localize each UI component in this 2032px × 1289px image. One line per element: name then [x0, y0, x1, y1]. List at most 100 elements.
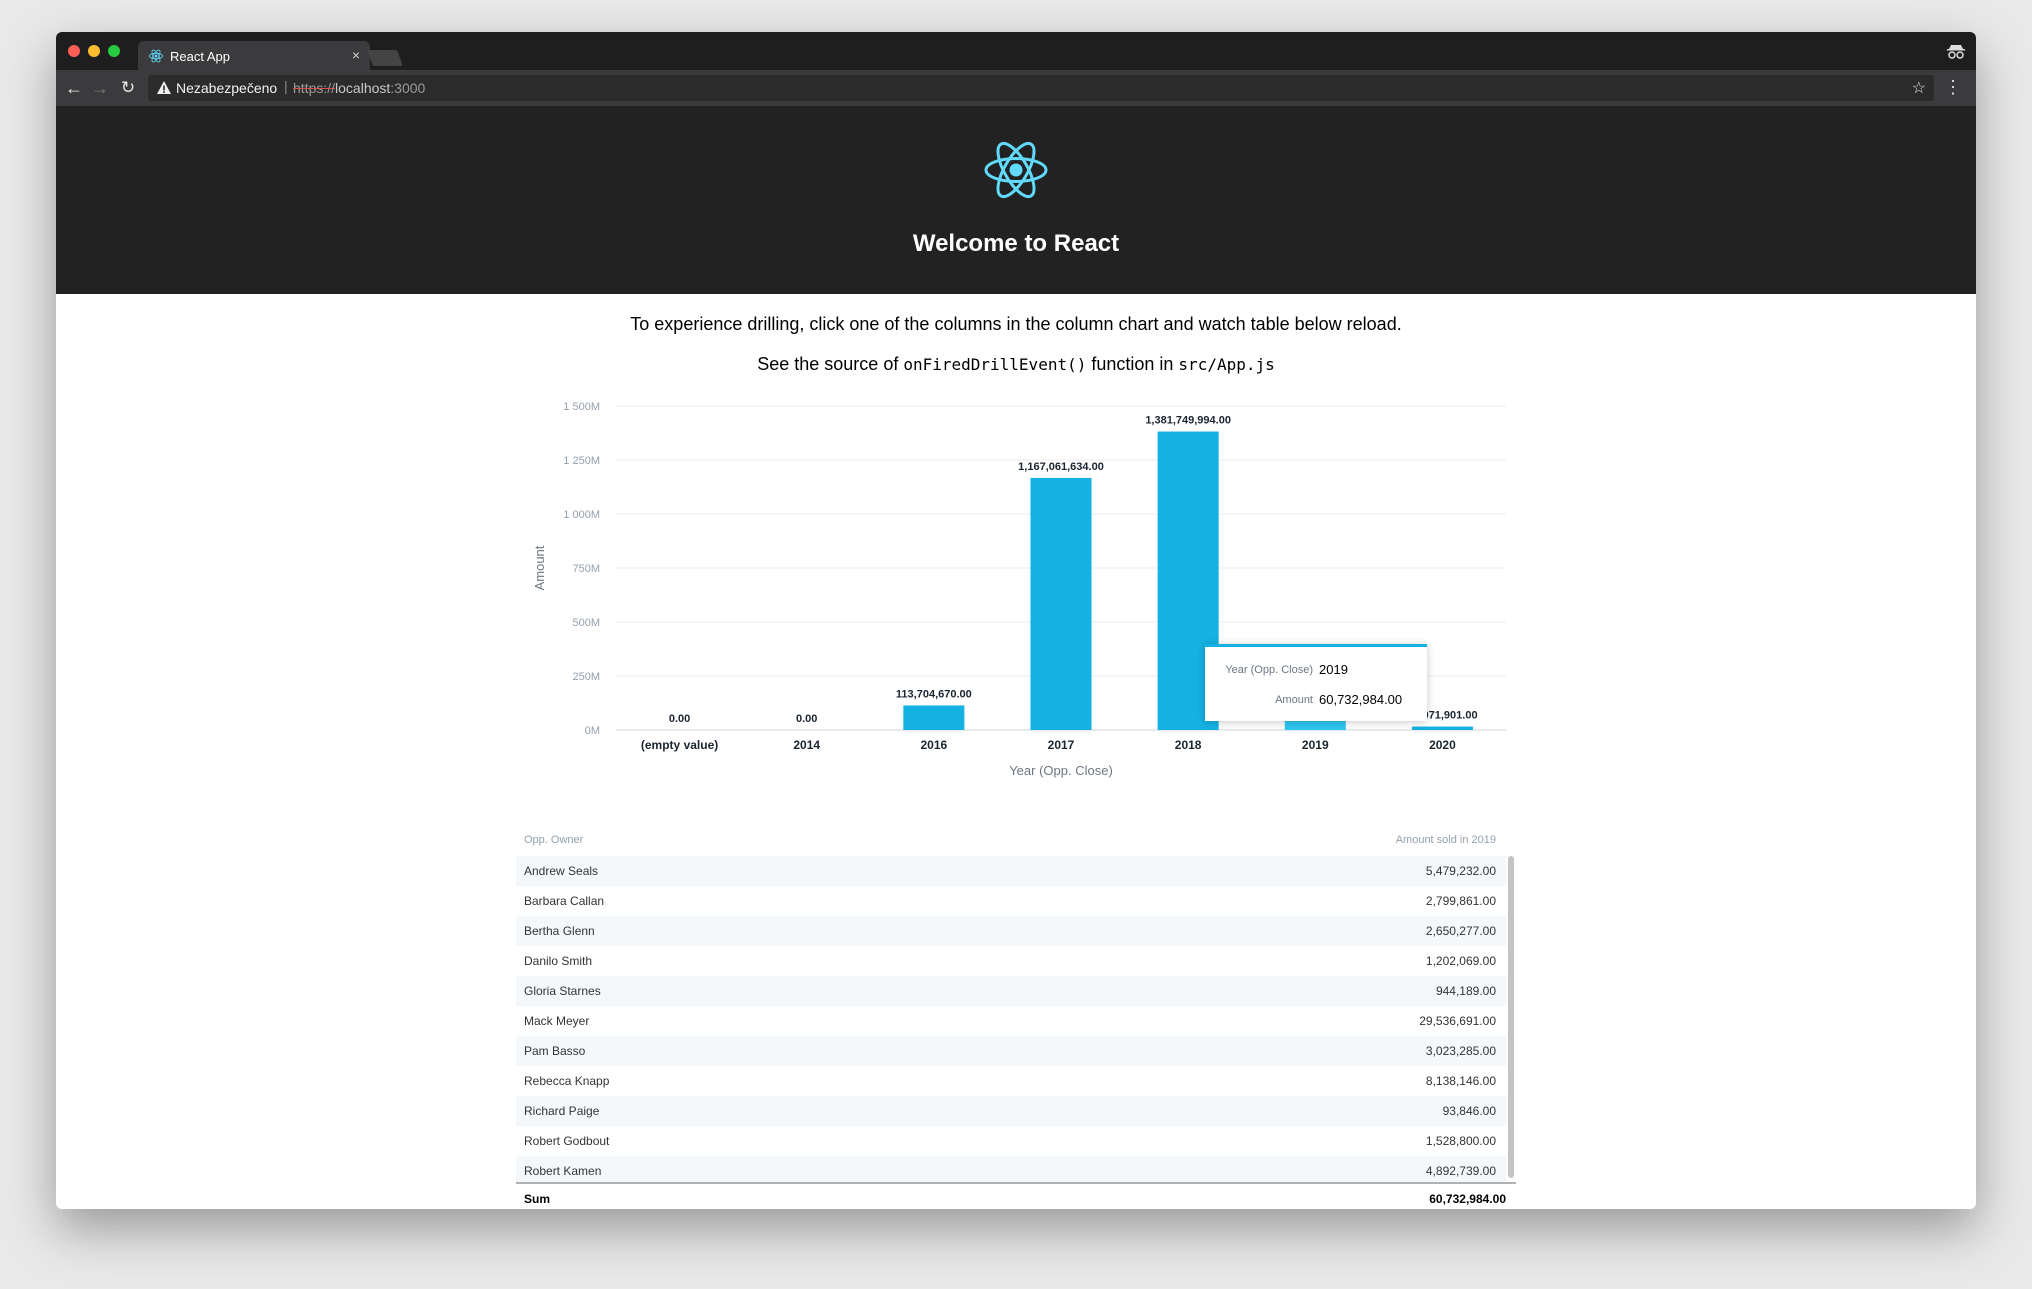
- x-tick-label: 2017: [1048, 738, 1075, 752]
- data-table: Opp. Owner Amount sold in 2019 Andrew Se…: [516, 826, 1516, 1206]
- table-row[interactable]: Barbara Callan 2,799,861.00: [516, 886, 1506, 916]
- tooltip-value-amount: 60,732,984.00: [1319, 692, 1403, 707]
- cell-owner: Gloria Starnes: [524, 984, 601, 998]
- cell-amount: 1,202,069.00: [1425, 954, 1496, 968]
- table-scrollbar[interactable]: [1508, 856, 1514, 1178]
- cell-owner: Barbara Callan: [524, 894, 605, 908]
- cell-amount: 944,189.00: [1435, 984, 1496, 998]
- column-chart[interactable]: 0M 250M 500M 750M 1 000M 1 250M 1 500M Amount 0.…: [56, 106, 1976, 826]
- tooltip-row-year: Year (Opp. Close) 2019: [1205, 661, 1427, 681]
- table-row[interactable]: Richard Paige 93,846.00: [516, 1096, 1506, 1126]
- data-label: 0.00: [796, 713, 817, 725]
- data-label: 1,381,749,994.00: [1145, 415, 1231, 427]
- y-axis-label: Amount: [532, 545, 547, 590]
- warning-icon[interactable]: [156, 80, 172, 96]
- back-icon[interactable]: ←: [64, 78, 84, 98]
- security-label[interactable]: Nezabezpečeno: [176, 80, 277, 96]
- data-label: 1,167,061,634.00: [1018, 461, 1104, 473]
- x-tick-label: 2016: [921, 738, 948, 752]
- y-tick-label: 500M: [572, 617, 600, 629]
- cell-owner: Robert Kamen: [524, 1164, 602, 1178]
- data-label: 0.00: [669, 713, 690, 725]
- table-row[interactable]: Bertha Glenn 2,650,277.00: [516, 916, 1506, 946]
- browser-menu-icon[interactable]: ⋮: [1944, 78, 1962, 96]
- column-header-owner[interactable]: Opp. Owner: [524, 834, 583, 846]
- y-tick-label: 250M: [572, 671, 600, 683]
- cell-owner: Andrew Seals: [524, 864, 599, 878]
- y-tick-label: 1 250M: [563, 455, 600, 467]
- url-host: localhost: [335, 80, 391, 96]
- table-footer: Sum 60,732,984.00: [516, 1182, 1516, 1209]
- table-row[interactable]: Rebecca Knapp 8,138,146.00: [516, 1066, 1506, 1096]
- cell-owner: Danilo Smith: [524, 954, 593, 968]
- y-tick-label: 1 500M: [563, 401, 600, 413]
- url-text[interactable]: https://localhost:3000: [293, 80, 425, 96]
- tooltip-row-amount: Amount 60,732,984.00: [1205, 691, 1427, 711]
- x-axis-label: Year (Opp. Close): [1009, 763, 1113, 778]
- new-tab-button[interactable]: [367, 50, 403, 66]
- table-row[interactable]: Gloria Starnes 944,189.00: [516, 976, 1506, 1006]
- maximize-window-button[interactable]: [108, 45, 120, 57]
- cell-owner: Richard Paige: [524, 1104, 600, 1118]
- browser-window: React App × ← → ↻ Nezabezpečeno | https:…: [56, 32, 1976, 1209]
- table-row[interactable]: Robert Kamen 4,892,739.00: [516, 1156, 1506, 1182]
- table-header: Opp. Owner Amount sold in 2019: [516, 826, 1506, 856]
- bookmark-star-icon[interactable]: ☆: [1912, 78, 1926, 98]
- table-row[interactable]: Robert Godbout 1,528,800.00: [516, 1126, 1506, 1156]
- bar-2016[interactable]: [903, 705, 965, 730]
- tooltip-value-year: 2019: [1319, 662, 1348, 677]
- react-favicon-icon: [148, 49, 164, 63]
- close-window-button[interactable]: [68, 45, 80, 57]
- bar-2020[interactable]: [1411, 726, 1473, 730]
- url-port: :3000: [390, 80, 426, 96]
- cell-amount: 4,892,739.00: [1425, 1164, 1496, 1178]
- address-bar[interactable]: Nezabezpečeno | https://localhost:3000 ☆: [148, 75, 1934, 101]
- y-tick-label: 750M: [572, 563, 600, 575]
- cell-owner: Mack Meyer: [524, 1014, 590, 1028]
- column-header-amount[interactable]: Amount sold in 2019: [1396, 834, 1496, 846]
- table-row[interactable]: Danilo Smith 1,202,069.00: [516, 946, 1506, 976]
- x-tick-label: 2019: [1302, 738, 1329, 752]
- chart-tooltip: Year (Opp. Close) 2019 Amount 60,732,984…: [1205, 644, 1427, 721]
- page-content: Welcome to React To experience drilling,…: [56, 106, 1976, 1209]
- cell-amount: 29,536,691.00: [1419, 1014, 1496, 1028]
- cell-owner: Pam Basso: [524, 1044, 586, 1058]
- tab-title: React App: [170, 49, 230, 64]
- table-row[interactable]: Andrew Seals 5,479,232.00: [516, 856, 1506, 886]
- cell-amount: 5,479,232.00: [1425, 864, 1496, 878]
- tab-react-app[interactable]: React App ×: [138, 41, 370, 70]
- browser-toolbar: ← → ↻ Nezabezpečeno | https://localhost:…: [56, 70, 1976, 106]
- table-row[interactable]: Mack Meyer 29,536,691.00: [516, 1006, 1506, 1036]
- cell-amount: 3,023,285.00: [1425, 1044, 1496, 1058]
- cell-amount: 8,138,146.00: [1425, 1074, 1496, 1088]
- y-tick-label: 1 000M: [563, 509, 600, 521]
- tooltip-label-amount: Amount: [1275, 694, 1313, 706]
- x-tick-label: 2018: [1175, 738, 1202, 752]
- tooltip-label-year: Year (Opp. Close): [1225, 664, 1313, 676]
- minimize-window-button[interactable]: [88, 45, 100, 57]
- reload-icon[interactable]: ↻: [118, 78, 138, 98]
- table-row[interactable]: Pam Basso 3,023,285.00: [516, 1036, 1506, 1066]
- url-scheme: https://: [293, 80, 336, 96]
- cell-amount: 93,846.00: [1442, 1104, 1496, 1118]
- footer-value: 60,732,984.00: [1429, 1192, 1506, 1206]
- cell-amount: 1,528,800.00: [1425, 1134, 1496, 1148]
- cell-owner: Bertha Glenn: [524, 924, 595, 938]
- bar-2017[interactable]: [1030, 477, 1092, 730]
- forward-icon[interactable]: →: [90, 78, 110, 98]
- tab-bar: React App ×: [56, 32, 1976, 70]
- cell-owner: Robert Godbout: [524, 1134, 610, 1148]
- incognito-icon[interactable]: [1946, 41, 1966, 61]
- url-divider: |: [284, 78, 288, 94]
- table-body[interactable]: Andrew Seals 5,479,232.00 Barbara Callan 2,…: [516, 856, 1506, 1182]
- x-tick-label: 2014: [793, 738, 820, 752]
- footer-label: Sum: [524, 1192, 551, 1206]
- tab-close-icon[interactable]: ×: [352, 47, 360, 63]
- cell-amount: 2,799,861.00: [1425, 894, 1496, 908]
- cell-amount: 2,650,277.00: [1425, 924, 1496, 938]
- y-tick-label: 0M: [585, 725, 600, 737]
- data-label: 113,704,670.00: [896, 688, 972, 700]
- cell-owner: Rebecca Knapp: [524, 1074, 610, 1088]
- x-tick-label: (empty value): [641, 738, 718, 752]
- x-tick-label: 2020: [1429, 738, 1456, 752]
